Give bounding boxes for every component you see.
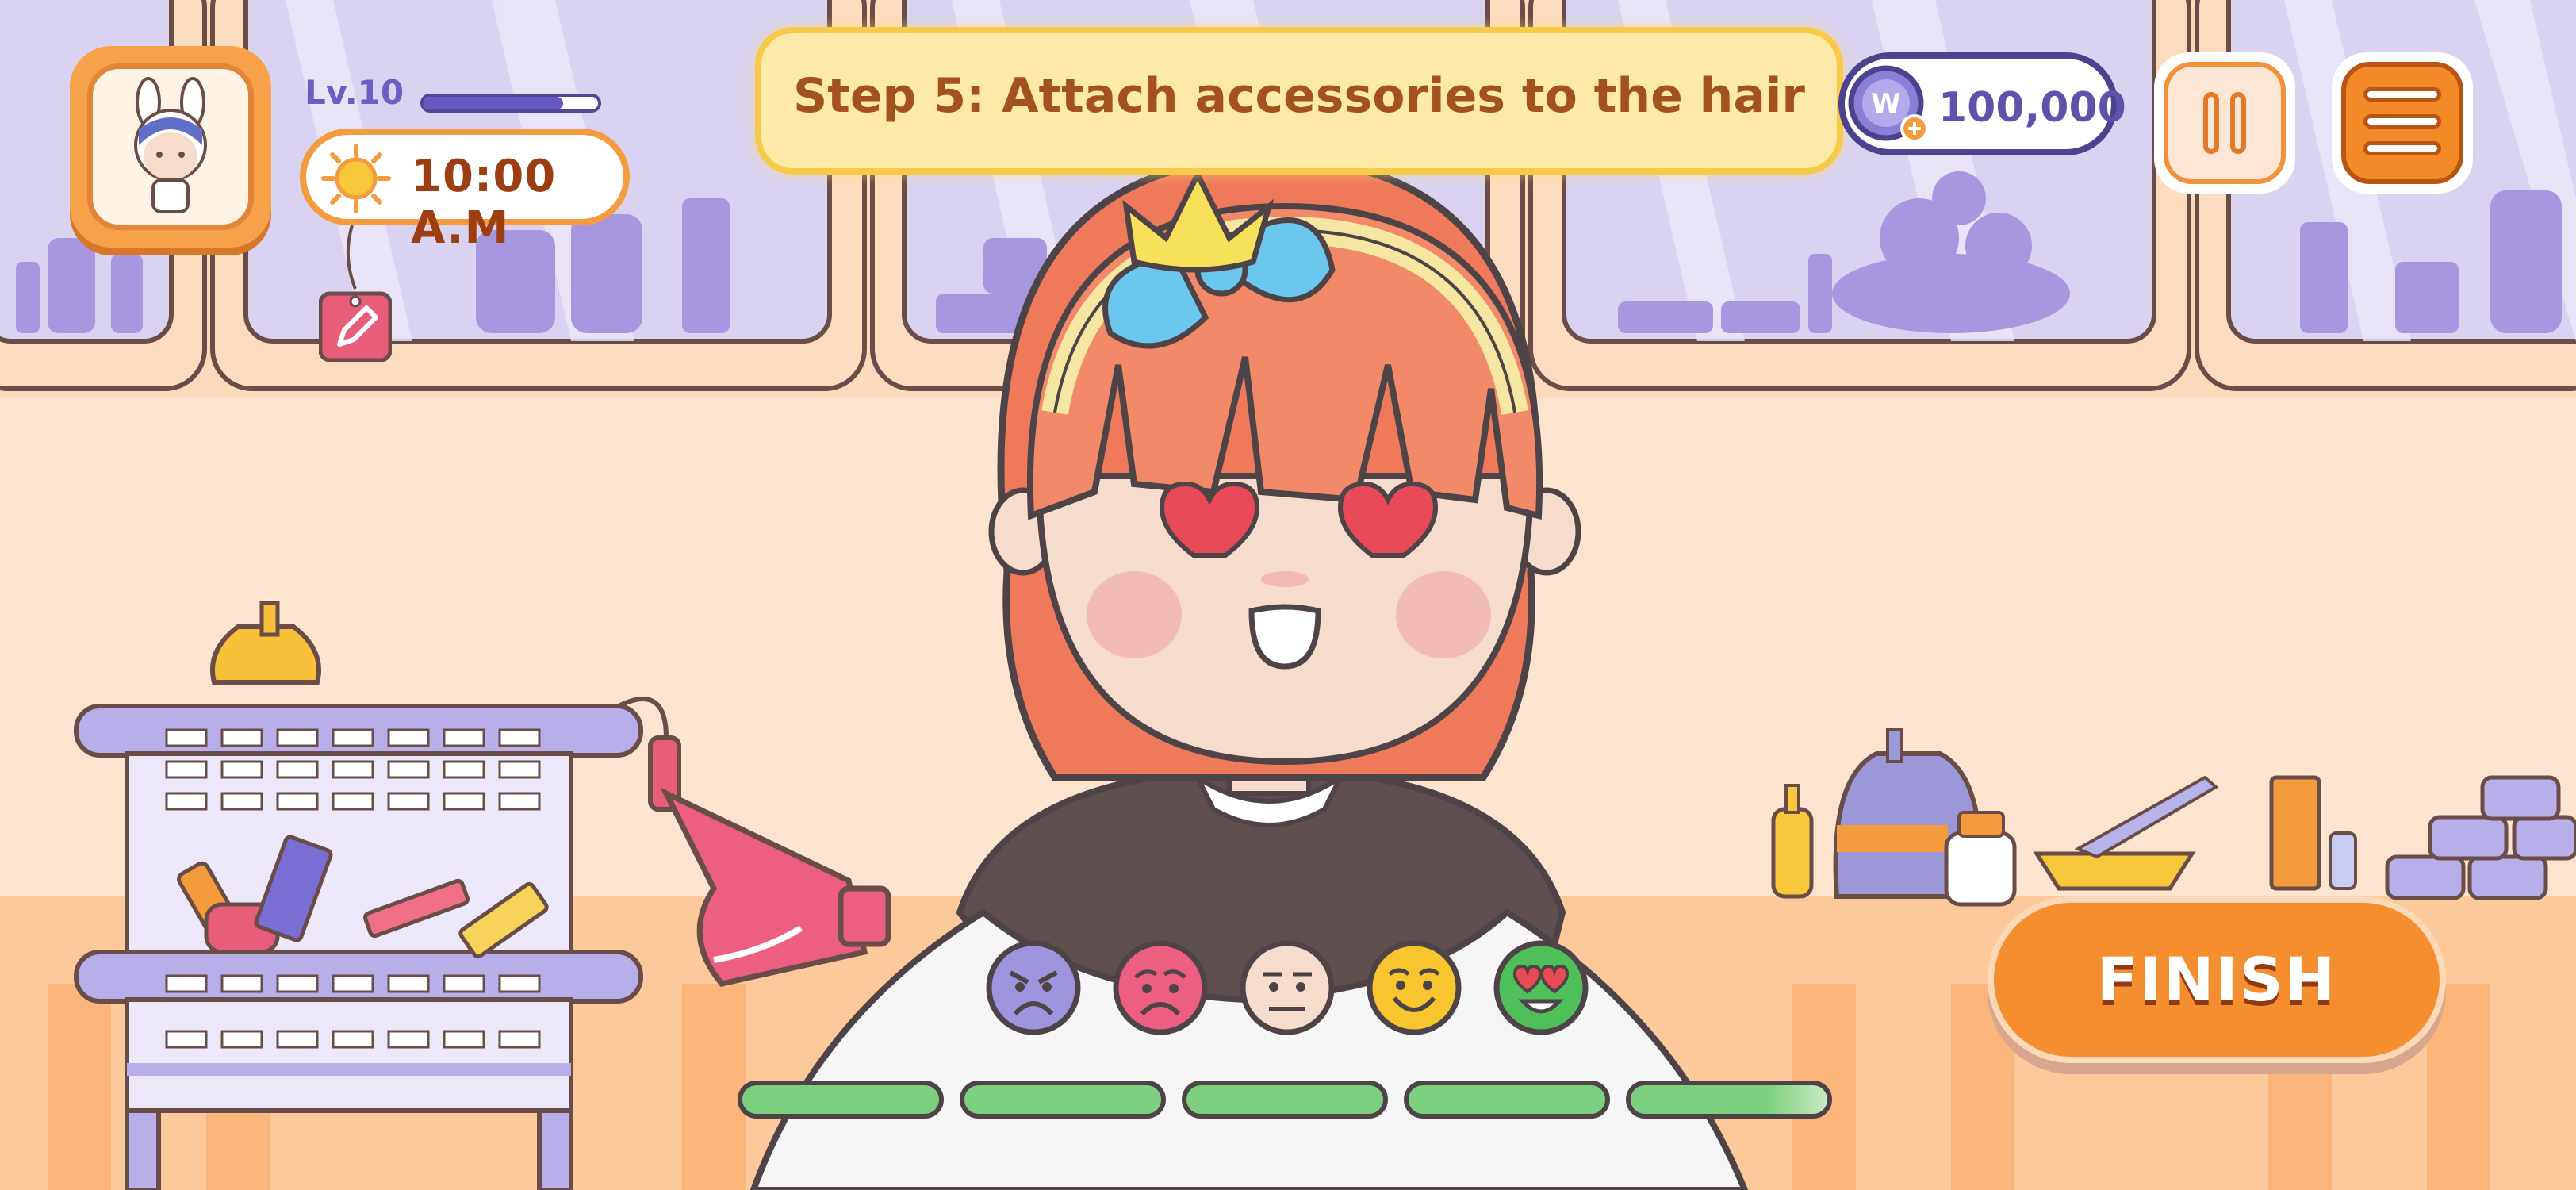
satisfaction-segment: [960, 1081, 1166, 1119]
step-instruction-text: Step 5: Attach accessories to the hair: [792, 68, 1806, 124]
mood-happy-icon: [1366, 939, 1462, 1036]
time-display: 10:00 A.M: [300, 129, 630, 254]
avatar: [87, 63, 254, 230]
pencil-icon: [318, 291, 393, 363]
satisfaction-segment: [738, 1081, 944, 1119]
mood-sad-icon: [1112, 939, 1209, 1036]
edit-tag-button[interactable]: [318, 287, 393, 363]
level-label: Lv.10: [305, 73, 404, 112]
sun-icon: [320, 143, 392, 217]
time-text: 10:00 A.M: [411, 151, 557, 254]
mood-neutral-icon: [1239, 939, 1336, 1036]
tag-string: [346, 225, 357, 290]
satisfaction-segment: [1404, 1081, 1610, 1119]
level-progress-fill: [424, 97, 563, 109]
svg-text:W: W: [1871, 88, 1901, 120]
finish-button[interactable]: FINISH: [1988, 896, 2446, 1063]
step-instruction-banner: Step 5: Attach accessories to the hair: [755, 27, 1843, 175]
mood-love-icon: [1493, 939, 1589, 1036]
mood-angry-icon: [985, 939, 1082, 1036]
satisfaction-segment: [1626, 1081, 1832, 1119]
level-progress-bar: [420, 94, 601, 113]
pause-icon: [2164, 62, 2286, 184]
finish-label: FINISH: [2096, 944, 2337, 1015]
satisfaction-segment: [1182, 1081, 1388, 1119]
coin-icon: W: [1838, 56, 1938, 155]
coin-balance[interactable]: W 100,000: [1838, 52, 2126, 155]
pause-button[interactable]: [2154, 52, 2295, 194]
player-avatar-button[interactable]: [70, 46, 271, 248]
menu-icon: [2341, 62, 2463, 184]
menu-button[interactable]: [2332, 52, 2473, 194]
coin-amount: 100,000: [1938, 84, 2126, 132]
